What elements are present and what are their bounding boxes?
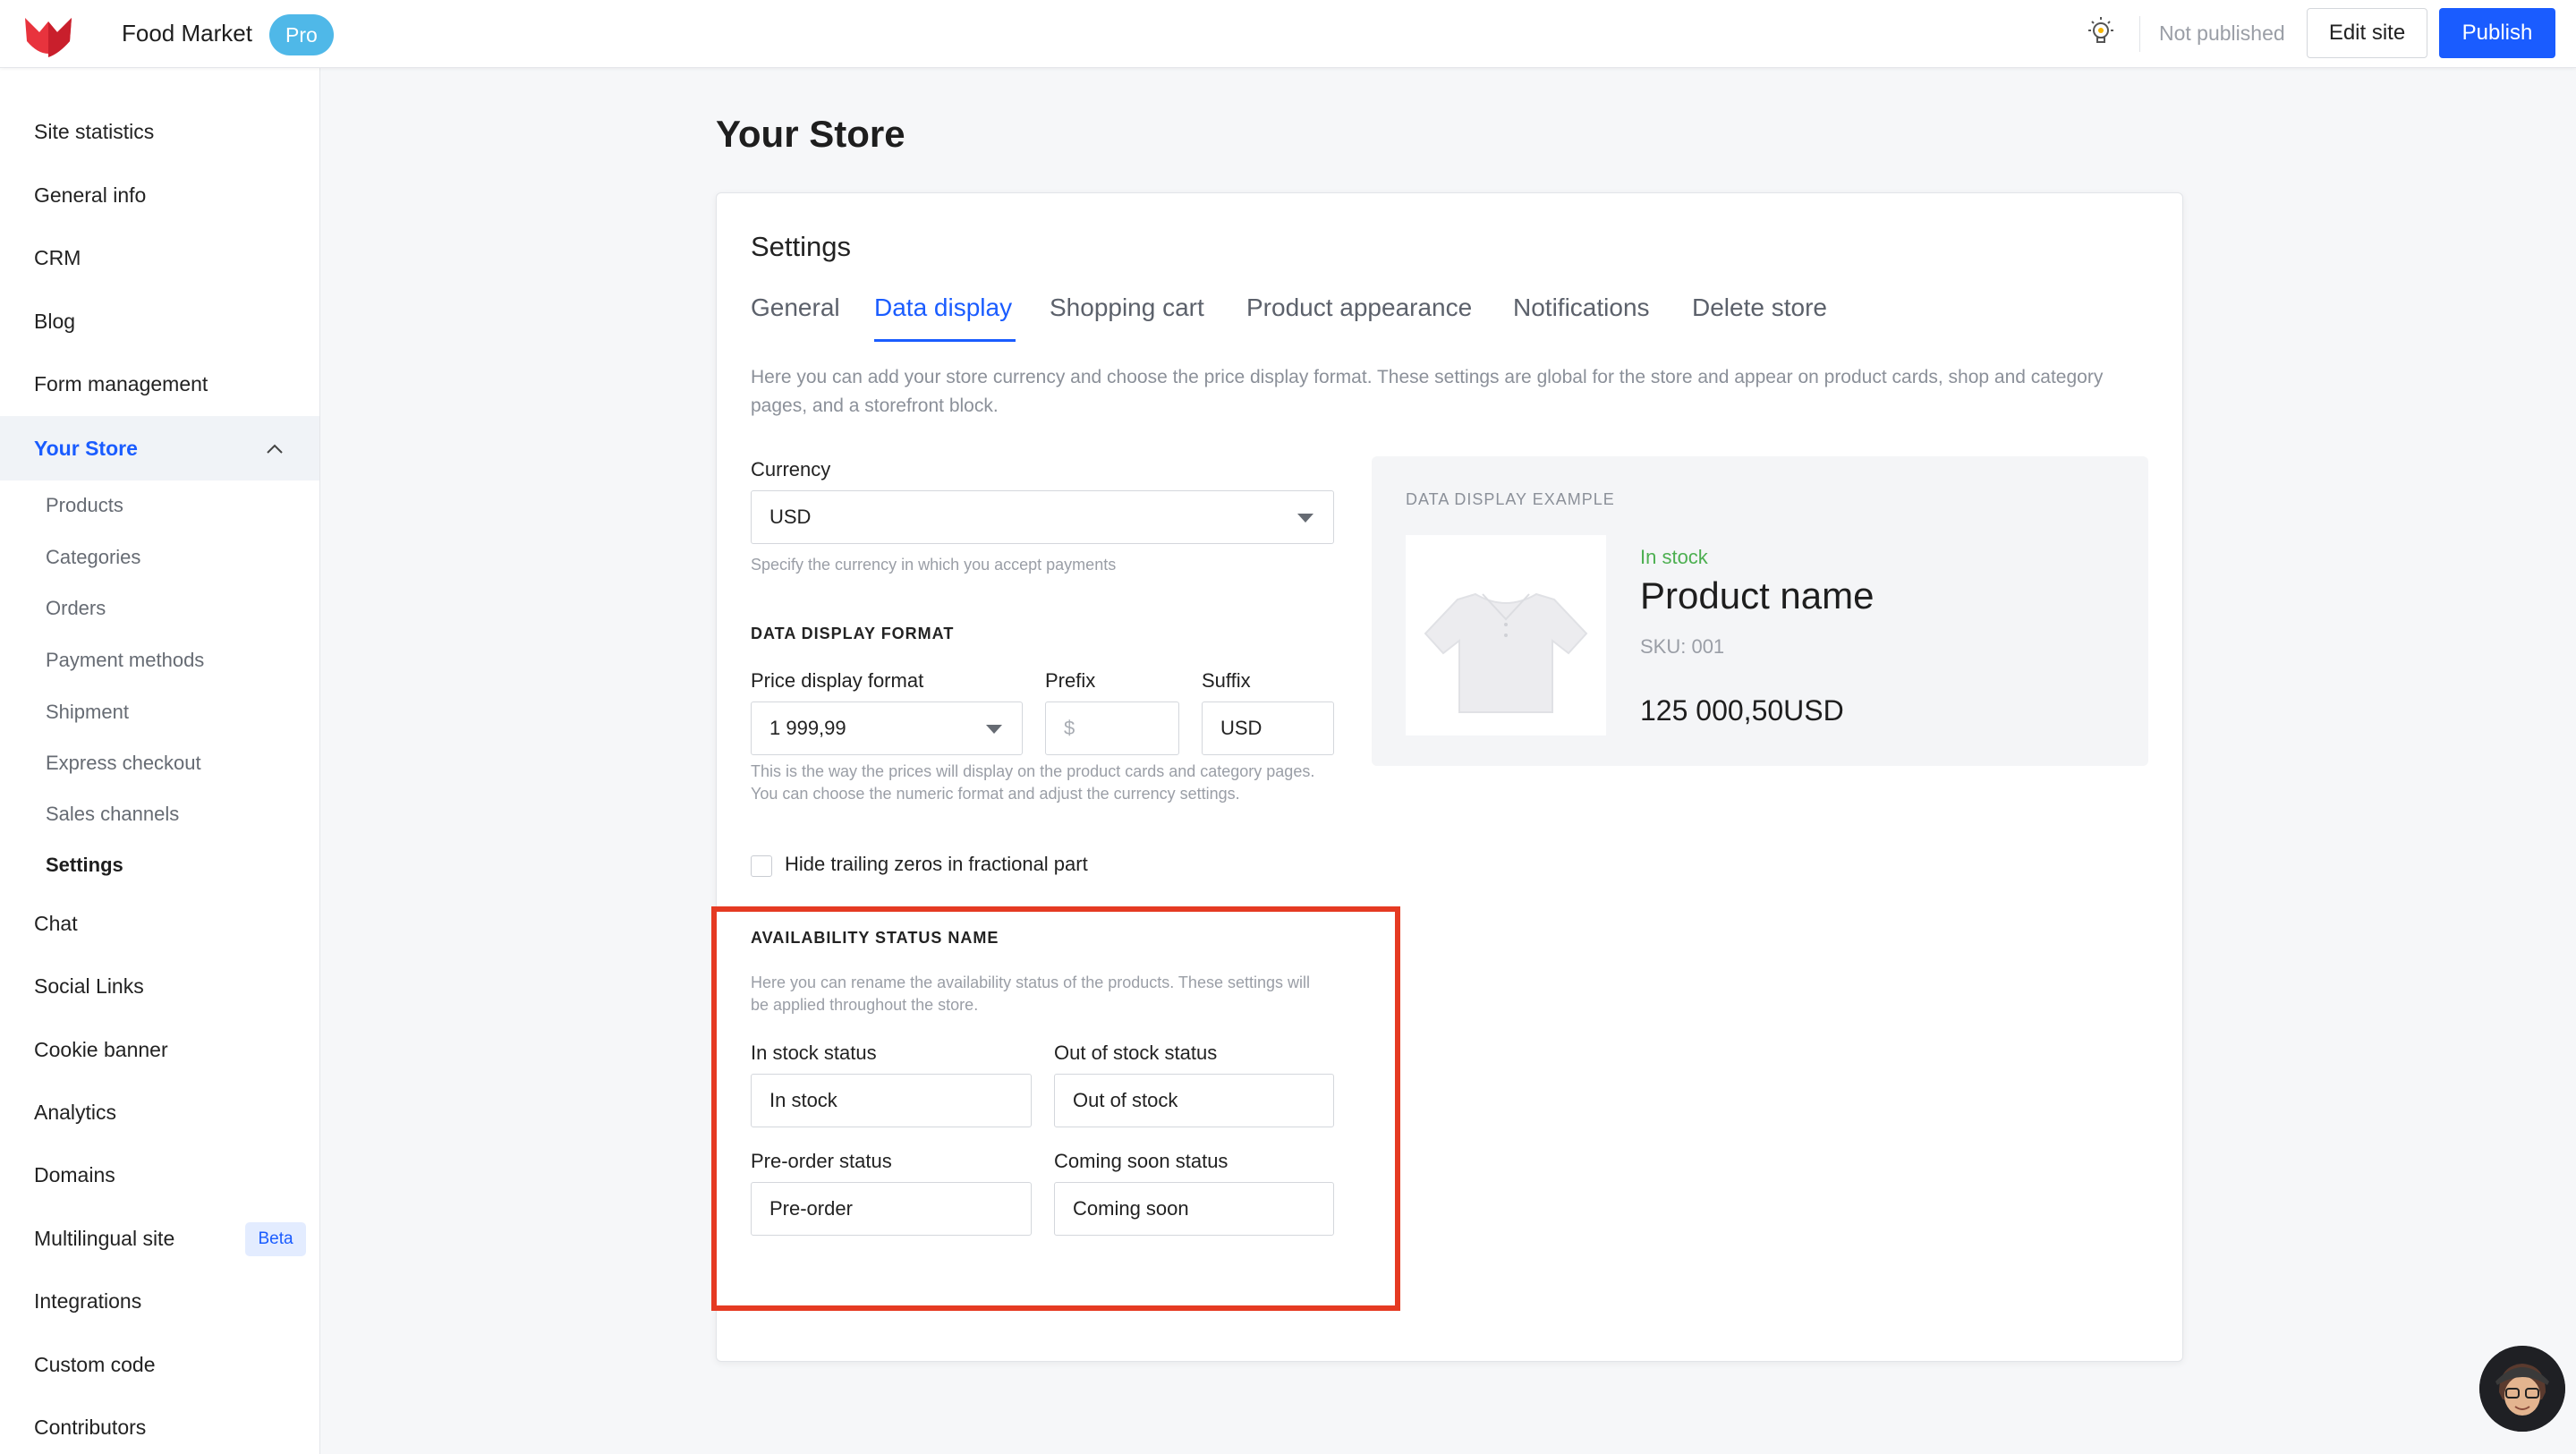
beta-badge: Beta [245,1222,306,1256]
example-sku: SKU: 001 [1640,635,1725,658]
price-format-value: 1 999,99 [769,717,846,739]
sidebar-item-site-statistics[interactable]: Site statistics [34,120,154,144]
example-price: 125 000,50USD [1640,694,1844,727]
tab-data-display[interactable]: Data display [874,293,1012,322]
sidebar-item-custom-code[interactable]: Custom code [34,1353,156,1377]
sidebar-subitem-products[interactable]: Products [46,494,123,517]
sidebar-item-multilingual-site[interactable]: Multilingual site [34,1227,174,1251]
settings-title: Settings [751,231,852,262]
currency-value: USD [769,506,812,528]
plan-badge: Pro [269,14,334,55]
sidebar-subitem-orders[interactable]: Orders [46,597,106,620]
intro-text: Here you can add your store currency and… [751,367,2104,416]
publish-button[interactable]: Publish [2439,8,2555,58]
tshirt-icon [1424,592,1588,713]
example-stock-status: In stock [1640,546,1708,568]
sidebar-subitem-categories[interactable]: Categories [46,546,140,569]
active-tab-indicator [874,339,1016,342]
publish-status: Not published [2159,21,2285,45]
avatar-icon [2479,1346,2565,1432]
sidebar-subitem-shipment[interactable]: Shipment [46,701,129,724]
sidebar-item-contributors[interactable]: Contributors [34,1416,146,1440]
top-bar: Food Market Pro Not published Edit site … [0,0,2576,68]
currency-select[interactable]: USD [751,490,1334,544]
sidebar-item-domains[interactable]: Domains [34,1163,115,1187]
page-title: Your Store [716,113,905,155]
hide-trailing-zeros-checkbox[interactable] [751,855,772,877]
sidebar-item-social-links[interactable]: Social Links [34,974,144,999]
tab-product-appearance[interactable]: Product appearance [1246,293,1472,322]
edit-site-button[interactable]: Edit site [2307,8,2427,58]
prefix-input[interactable]: $ [1045,701,1179,755]
sidebar-item-label: Your Store [34,437,138,460]
sidebar: Site statistics General info CRM Blog Fo… [0,68,320,1454]
sidebar-item-cookie-banner[interactable]: Cookie banner [34,1038,168,1062]
chevron-up-icon[interactable] [265,439,285,459]
product-image [1406,535,1606,736]
tab-general[interactable]: General [751,293,840,322]
data-display-format-title: DATA DISPLAY FORMAT [751,625,955,642]
sidebar-item-general-info[interactable]: General info [34,183,146,208]
sidebar-item-your-store[interactable]: Your Store [0,416,319,480]
support-avatar[interactable] [2479,1346,2565,1432]
hide-trailing-zeros-label[interactable]: Hide trailing zeros in fractional part [785,853,1088,876]
sidebar-item-crm[interactable]: CRM [34,246,81,270]
caret-down-icon [1297,514,1314,523]
tab-delete-store[interactable]: Delete store [1692,293,1827,322]
header-divider [2139,16,2140,52]
example-product-name: Product name [1640,574,1875,616]
sidebar-subitem-payment-methods[interactable]: Payment methods [46,649,204,672]
sidebar-subitem-settings[interactable]: Settings [46,854,123,877]
sidebar-subitem-express-checkout[interactable]: Express checkout [46,752,201,775]
sidebar-item-chat[interactable]: Chat [34,912,78,936]
tab-notifications[interactable]: Notifications [1513,293,1650,322]
price-format-select[interactable]: 1 999,99 [751,701,1023,755]
sidebar-subitem-sales-channels[interactable]: Sales channels [46,803,179,826]
suffix-label: Suffix [1202,669,1251,692]
sidebar-item-form-management[interactable]: Form management [34,372,208,396]
currency-hint: Specify the currency in which you accept… [751,556,1117,574]
lightbulb-icon[interactable] [2083,14,2119,50]
suffix-input[interactable]: USD [1202,701,1334,755]
sidebar-item-integrations[interactable]: Integrations [34,1289,141,1314]
price-format-label: Price display format [751,669,924,692]
app-title: Food Market [122,20,252,47]
tab-shopping-cart[interactable]: Shopping cart [1050,293,1204,322]
price-format-hint: This is the way the prices will display … [751,762,1315,803]
brand-logo-icon[interactable] [20,5,77,63]
prefix-label: Prefix [1045,669,1096,692]
data-display-example: DATA DISPLAY EXAMPLE In stock Product na… [1372,456,2148,766]
caret-down-icon [986,725,1002,734]
currency-label: Currency [751,458,831,480]
sidebar-item-blog[interactable]: Blog [34,310,75,334]
example-title: DATA DISPLAY EXAMPLE [1406,490,1615,508]
sidebar-item-analytics[interactable]: Analytics [34,1101,116,1125]
highlight-box [711,906,1400,1311]
